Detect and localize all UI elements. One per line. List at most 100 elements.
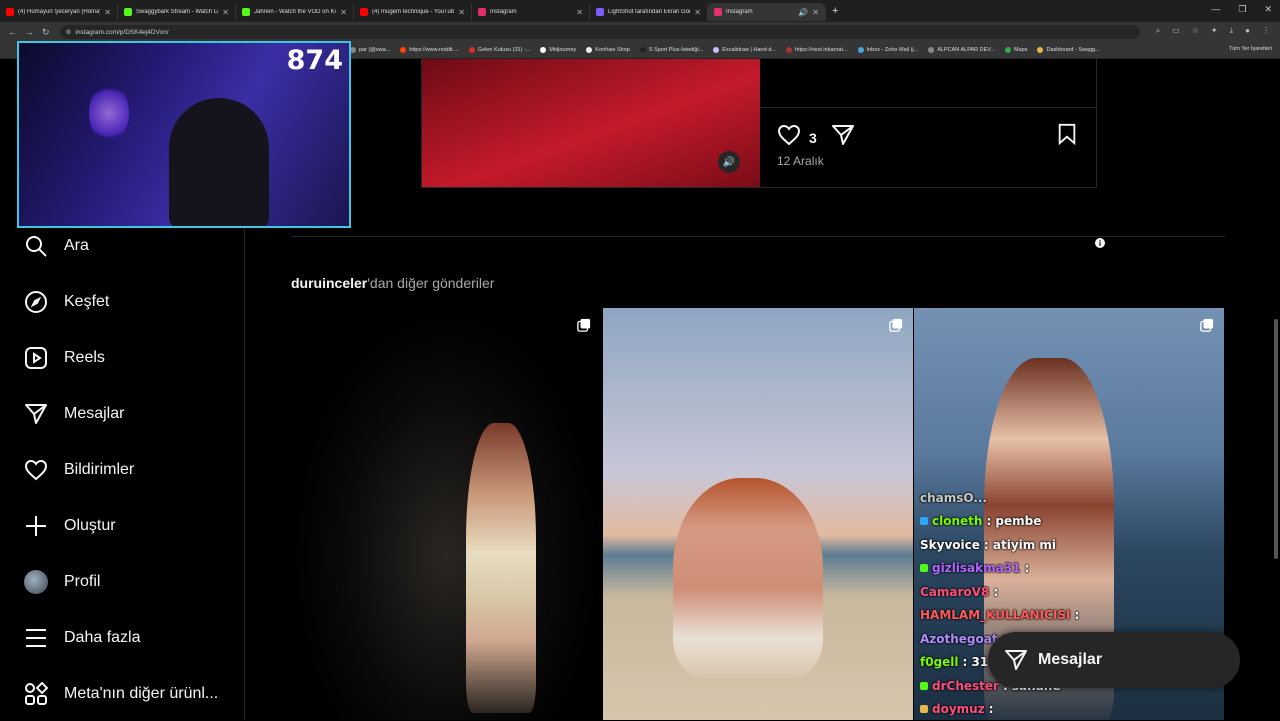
browser-tab-active[interactable]: Instagram🔊✕ xyxy=(708,3,826,21)
sidebar-item-search[interactable]: Ara xyxy=(24,231,89,261)
bookmark-item[interactable]: S Sport Plus-İstediği... xyxy=(640,47,703,53)
reddit-icon xyxy=(400,47,406,53)
sidebar-item-label: Ara xyxy=(64,237,89,255)
browser-tab[interactable]: Instagram✕ xyxy=(472,3,590,21)
sidebar-item-explore[interactable]: Keşfet xyxy=(24,287,109,317)
back-icon[interactable]: ← xyxy=(8,27,17,37)
reload-icon[interactable]: ↻ xyxy=(42,27,50,38)
sidebar-item-profile[interactable]: Profil xyxy=(24,567,100,597)
close-tab-icon[interactable]: ✕ xyxy=(104,8,111,17)
zoom-icon[interactable]: ⌕ xyxy=(1156,26,1160,36)
post-thumbnail[interactable] xyxy=(603,308,913,720)
post-date: 12 Aralık xyxy=(777,154,824,168)
close-tab-icon[interactable]: ✕ xyxy=(340,8,347,17)
globe-icon xyxy=(928,47,934,53)
site-info-icon[interactable]: ⚙ xyxy=(66,28,72,36)
profile-icon[interactable]: ● xyxy=(1245,26,1250,36)
photo-subject xyxy=(466,423,536,713)
bookmark-item[interactable]: Dashboard - Swagg... xyxy=(1037,47,1099,53)
sidebar-item-label: Mesajlar xyxy=(64,405,124,423)
new-tab-button[interactable]: + xyxy=(832,5,838,17)
chat-username: CamaroV8 xyxy=(920,585,989,599)
download-icon[interactable]: ⤓ xyxy=(1230,26,1234,36)
bookmark-item[interactable]: Inbox - Zoho Mail (j... xyxy=(858,47,919,53)
star-icon[interactable]: ☆ xyxy=(1192,26,1199,36)
browser-tab[interactable]: Jahrein - Watch the VOD on Ki...✕ xyxy=(236,3,354,21)
divider xyxy=(760,107,1096,108)
sidebar-item-label: Profil xyxy=(64,573,100,591)
all-bookmarks[interactable]: Tüm Yer İşaretleri xyxy=(1229,46,1272,52)
carousel-icon xyxy=(889,318,903,332)
sidebar-item-reels[interactable]: Reels xyxy=(24,343,105,373)
sidebar-item-label: Meta'nın diğer ürünl... xyxy=(64,685,218,703)
menu-dots-icon[interactable]: ⋮ xyxy=(1262,26,1270,36)
badge-icon xyxy=(920,517,928,525)
streamer-figure xyxy=(169,98,269,228)
sidebar-item-meta-apps[interactable]: Meta'nın diğer ürünl... xyxy=(24,679,218,709)
avatar-wrapper xyxy=(24,570,48,594)
carousel-icon xyxy=(1200,318,1214,332)
post-thumbnail[interactable] xyxy=(291,308,601,720)
bookmark-item[interactable]: https://www.reddit.... xyxy=(400,47,459,53)
youtube-icon xyxy=(360,8,368,16)
browser-tab[interactable]: (4) mugem technique - YouTub...✕ xyxy=(354,3,472,21)
close-tab-icon[interactable]: ✕ xyxy=(458,8,465,17)
close-tab-icon[interactable]: ✕ xyxy=(694,8,701,17)
bookmark-item[interactable]: https://next.inkarnat... xyxy=(786,47,848,53)
bookmark-item[interactable]: ALPCAN ALPAR DEV... xyxy=(928,47,995,53)
plus-icon xyxy=(24,514,48,538)
post-video[interactable]: 🔊 xyxy=(422,59,760,187)
close-window-icon[interactable]: ✕ xyxy=(1264,4,1272,15)
like-button[interactable] xyxy=(777,123,801,152)
browser-tab[interactable]: Swaggybark Stream - Watch Li...✕ xyxy=(118,3,236,21)
browser-tab[interactable]: LightShot tarafından Ekran Gör...✕ xyxy=(590,3,708,21)
browser-tab[interactable]: (4) Hümayun Şeceryan (Homay...✕ xyxy=(0,3,118,21)
sound-icon[interactable]: 🔊 xyxy=(718,151,740,173)
chat-username: Azothegoat xyxy=(920,632,998,646)
minimize-icon[interactable]: — xyxy=(1211,4,1220,15)
bookmark-item[interactable]: Midjourney xyxy=(540,47,576,53)
instagram-icon xyxy=(714,8,722,16)
sidebar-item-notifications[interactable]: Bildirimler xyxy=(24,455,134,485)
bookmark-item[interactable]: Maps xyxy=(1005,47,1027,53)
chat-message: HAMLAM_KULLANICISI: xyxy=(920,604,1100,628)
share-button[interactable] xyxy=(831,123,855,152)
chat-message: gizlisakma31: xyxy=(920,557,1100,581)
bookmark-item[interactable]: Konfuse Shop xyxy=(586,47,630,53)
scrollbar[interactable] xyxy=(1274,319,1278,559)
bookmark-item[interactable]: Excalidraw | Hand-d... xyxy=(713,47,776,53)
sidebar-item-label: Oluştur xyxy=(64,517,116,535)
menu-icon xyxy=(24,626,48,650)
sidebar-item-more[interactable]: Daha fazla xyxy=(24,623,141,653)
extensions-icon[interactable]: ✦ xyxy=(1211,26,1218,36)
cast-icon[interactable]: ▭ xyxy=(1172,26,1180,36)
photo-subject xyxy=(673,478,823,678)
chat-message: Skyvoice: atiyim mi xyxy=(920,533,1100,557)
sidebar-item-label: Reels xyxy=(64,349,105,367)
sidebar-item-label: Keşfet xyxy=(64,293,109,311)
speaker-icon[interactable]: 🔊 xyxy=(798,8,808,17)
messages-pill-button[interactable]: Mesajlar xyxy=(988,632,1240,688)
bookmark-item[interactable]: Gelen Kutusu (31) -... xyxy=(469,47,531,53)
username-link[interactable]: duruinceler xyxy=(291,275,367,291)
youtube-icon xyxy=(6,8,14,16)
close-tab-icon[interactable]: ✕ xyxy=(222,8,229,17)
post-card: 🔊 3 12 Aralık xyxy=(421,59,1097,188)
sidebar-item-messages[interactable]: Mesajlar xyxy=(24,399,124,429)
heart-icon xyxy=(24,458,48,482)
url-field[interactable]: ⚙ instagram.com/p/DSK4ej4DVxn/ xyxy=(60,25,1140,39)
forward-icon[interactable]: → xyxy=(25,27,34,37)
sidebar-item-create[interactable]: Oluştur xyxy=(24,511,116,541)
maximize-icon[interactable]: ❐ xyxy=(1238,4,1246,15)
info-icon[interactable]: i xyxy=(1095,238,1105,248)
bookmark-item[interactable]: par (@swa... xyxy=(350,47,390,53)
chat-username: HAMLAM_KULLANICISI xyxy=(920,608,1070,622)
mail-icon xyxy=(469,47,475,53)
messages-pill-label: Mesajlar xyxy=(1038,651,1102,669)
chat-message: cloneth: pembe xyxy=(920,510,1100,534)
instagram-icon xyxy=(478,8,486,16)
close-tab-icon[interactable]: ✕ xyxy=(812,8,819,17)
close-tab-icon[interactable]: ✕ xyxy=(576,8,583,17)
save-button[interactable] xyxy=(1056,123,1078,150)
like-count[interactable]: 3 xyxy=(809,130,817,146)
